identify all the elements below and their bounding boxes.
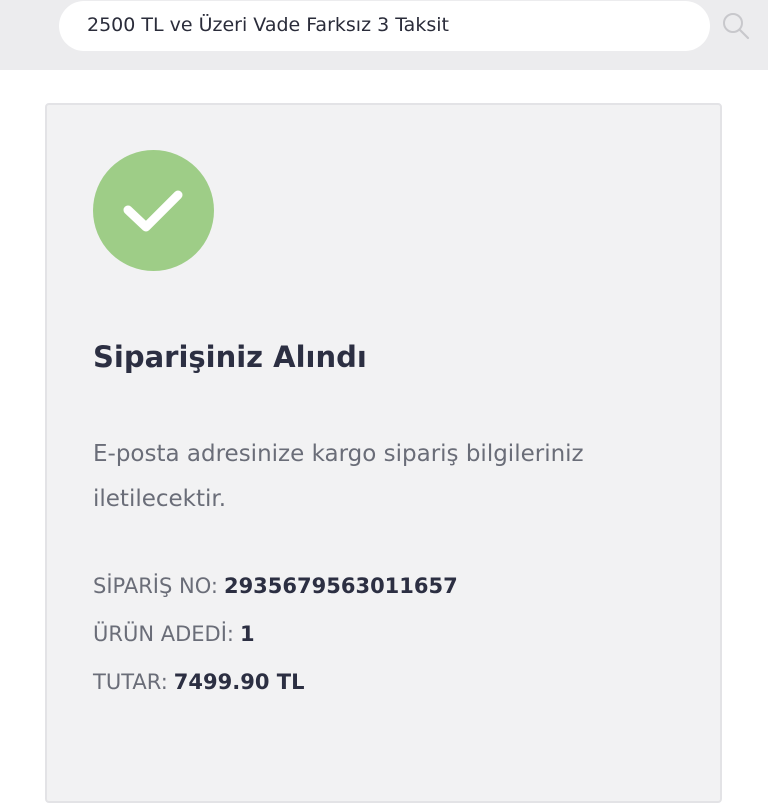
search-icon[interactable] xyxy=(720,10,752,42)
top-bar: 2500 TL ve Üzeri Vade Farksız 3 Taksit xyxy=(0,0,768,70)
confirmation-message: E-posta adresinize kargo sipariş bilgile… xyxy=(93,441,584,512)
item-count-value: 1 xyxy=(239,622,255,646)
order-total-label: TUTAR: xyxy=(93,670,168,694)
confirmation-title: Siparişiniz Alındı xyxy=(93,340,367,374)
search-bar[interactable]: 2500 TL ve Üzeri Vade Farksız 3 Taksit xyxy=(59,1,750,51)
order-number-value: 2935679563011657 xyxy=(223,574,458,598)
order-total-value: 7499.90 TL xyxy=(173,670,305,694)
search-input[interactable]: 2500 TL ve Üzeri Vade Farksız 3 Taksit xyxy=(87,14,449,36)
order-number-row: SİPARİŞ NO: 2935679563011657 xyxy=(93,574,458,598)
order-total-row: TUTAR: 7499.90 TL xyxy=(93,670,304,694)
item-count-row: ÜRÜN ADEDİ: 1 xyxy=(93,622,255,646)
item-count-label: ÜRÜN ADEDİ: xyxy=(93,622,234,646)
order-number-label: SİPARİŞ NO: xyxy=(93,574,218,598)
success-check-icon xyxy=(93,150,214,271)
